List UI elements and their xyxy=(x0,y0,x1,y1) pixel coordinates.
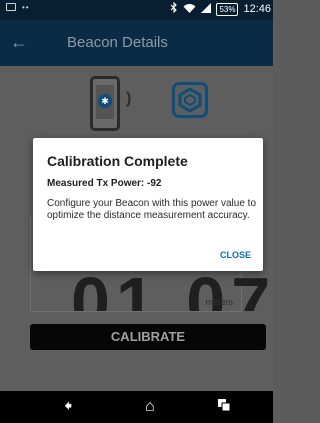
calibrate-button[interactable]: CALIBRATE xyxy=(30,324,266,350)
notification-image-icon xyxy=(6,3,16,11)
bluetooth-icon xyxy=(170,1,178,16)
arrow-left-icon[interactable]: ← xyxy=(10,32,28,52)
phone-icon: ✱ xyxy=(90,76,120,131)
close-button[interactable]: CLOSE xyxy=(220,250,251,260)
status-bar-right: 53% 12:46 xyxy=(170,1,271,16)
notification-dots-icon: •• xyxy=(22,3,30,12)
battery-indicator: 53% xyxy=(216,2,239,16)
signal-waves-icon: ) xyxy=(126,90,132,107)
dialog-title: Calibration Complete xyxy=(47,153,188,169)
calibration-dialog: Calibration Complete Measured Tx Power: … xyxy=(33,138,263,271)
back-arrow-icon[interactable]: 🠸 xyxy=(64,397,72,417)
status-time: 12:46 xyxy=(243,3,271,15)
recents-icon[interactable] xyxy=(218,397,231,417)
dialog-tx-power: Measured Tx Power: -92 xyxy=(47,178,162,189)
wifi-icon xyxy=(183,3,196,16)
page-title: Beacon Details xyxy=(67,34,168,51)
signal-icon xyxy=(201,2,212,16)
screen: •• 53% 12:46 ← Beacon Details ✱ ) 01.07 … xyxy=(0,0,273,423)
phone-bluetooth-icon: ✱ xyxy=(98,94,112,108)
home-icon[interactable]: ⌂ xyxy=(145,397,155,417)
navigation-bar: 🠸 ⌂ xyxy=(0,391,273,423)
beacon-logo-icon xyxy=(172,82,208,118)
app-bar: ← Beacon Details xyxy=(0,20,273,66)
distance-value: 01.07 xyxy=(71,267,271,311)
status-bar-left: •• xyxy=(6,3,30,13)
dialog-message: Configure your Beacon with this power va… xyxy=(47,198,257,221)
distance-unit: meters xyxy=(205,297,233,307)
status-bar: •• 53% 12:46 xyxy=(0,0,273,20)
